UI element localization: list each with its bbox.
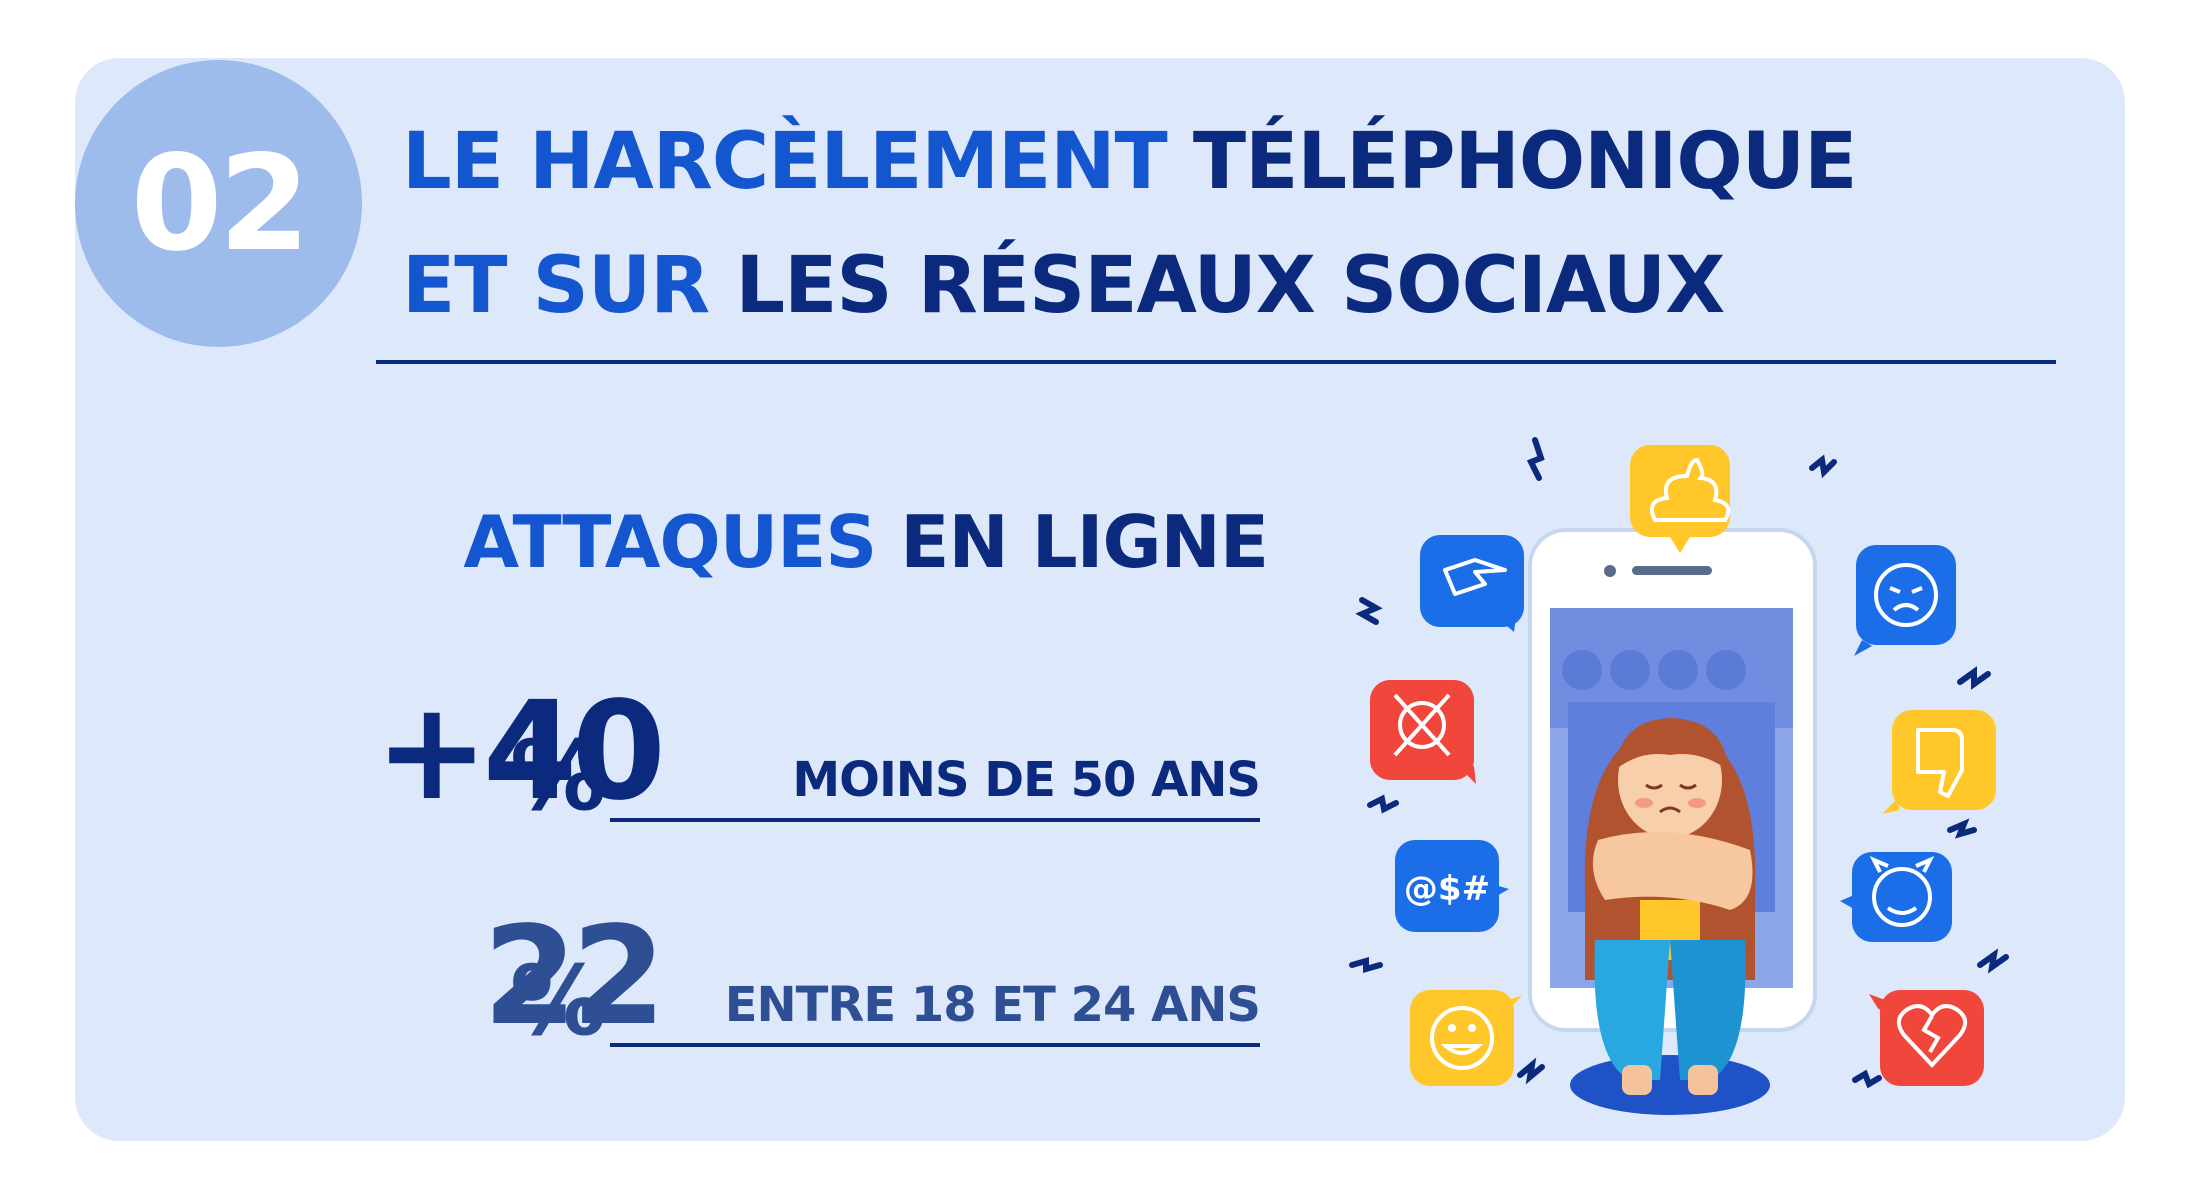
section-subtitle: ATTAQUES EN LIGNE	[388, 500, 1269, 584]
title-line-2-dark: LES RÉSEAUX SOCIAUX	[735, 241, 1725, 331]
subtitle-dark: EN LIGNE	[900, 500, 1269, 584]
pointing-hand-icon	[1420, 535, 1524, 632]
subtitle-light: ATTAQUES	[463, 500, 901, 584]
stat-underline	[610, 1043, 1260, 1047]
stat-underline	[610, 818, 1260, 822]
stat-label: MOINS DE 50 ANS	[792, 752, 1261, 808]
stat-label: ENTRE 18 ET 24 ANS	[724, 977, 1261, 1033]
curse-symbols: @$#	[1404, 869, 1490, 909]
thumbs-down-icon	[1882, 710, 1996, 814]
devil-face-icon	[1840, 852, 1952, 942]
symbols-curse-icon: @$#	[1395, 840, 1509, 932]
title-line-1-dark: TÉLÉPHONIQUE	[1192, 117, 1857, 207]
stat-row: +40 % MOINS DE 50 ANS	[170, 684, 1261, 824]
floor-shadow	[1570, 1055, 1770, 1115]
stat-percent-sign: %	[510, 720, 606, 832]
title-line-2-light: ET SUR	[402, 241, 736, 331]
broken-heart-icon	[1869, 990, 1984, 1086]
crying-girl	[1584, 718, 1756, 1095]
section-number: 02	[130, 126, 311, 281]
stat-row: 22 % ENTRE 18 ET 24 ANS	[170, 909, 1261, 1049]
title-line-2: ET SUR LES RÉSEAUX SOCIAUX	[402, 224, 2102, 348]
title-line-1: LE HARCÈLEMENT TÉLÉPHONIQUE	[402, 100, 2102, 224]
skull-crossbones-icon	[1370, 680, 1476, 784]
title-divider	[376, 360, 2056, 364]
stat-percent-sign: %	[510, 945, 606, 1057]
title-line-1-light: LE HARCÈLEMENT	[402, 117, 1193, 207]
page-title: LE HARCÈLEMENT TÉLÉPHONIQUE ET SUR LES R…	[402, 100, 2102, 348]
grin-face-icon	[1410, 990, 1522, 1086]
angry-face-icon	[1854, 545, 1956, 656]
bullying-illustration: @$#	[1349, 437, 2009, 1115]
section-number-badge: 02	[75, 60, 362, 347]
